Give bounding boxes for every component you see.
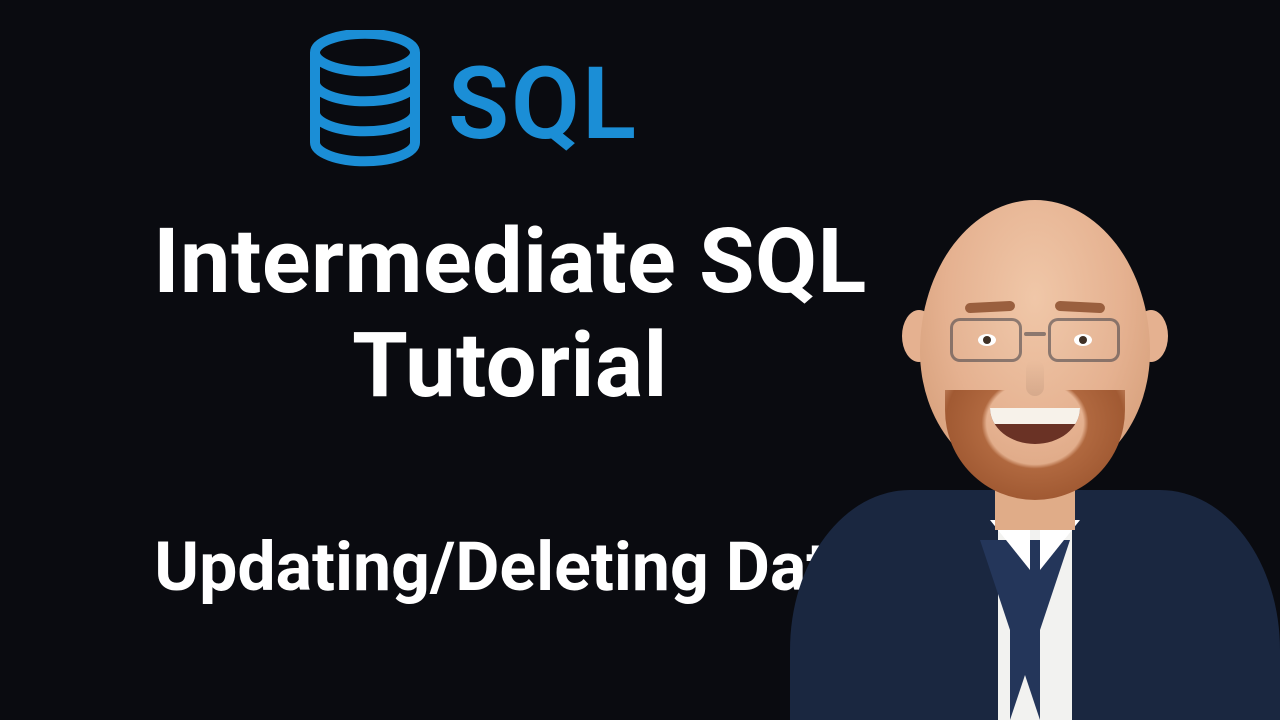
glasses-icon bbox=[950, 318, 1120, 366]
title-line-1: Intermediate SQL bbox=[130, 210, 890, 314]
database-icon bbox=[300, 30, 430, 180]
title-block: Intermediate SQL Tutorial bbox=[130, 210, 890, 417]
subtitle-text: Updating/Deleting Data bbox=[130, 530, 890, 605]
logo-row: SQL bbox=[300, 30, 638, 180]
sql-logo-text: SQL bbox=[448, 55, 638, 155]
presenter-portrait bbox=[780, 160, 1280, 720]
title-line-2: Tutorial bbox=[130, 314, 890, 418]
subtitle-block: Updating/Deleting Data bbox=[130, 530, 890, 605]
presenter-nose bbox=[1026, 360, 1044, 396]
video-thumbnail: SQL Intermediate SQL Tutorial Updating/D… bbox=[0, 0, 1280, 720]
